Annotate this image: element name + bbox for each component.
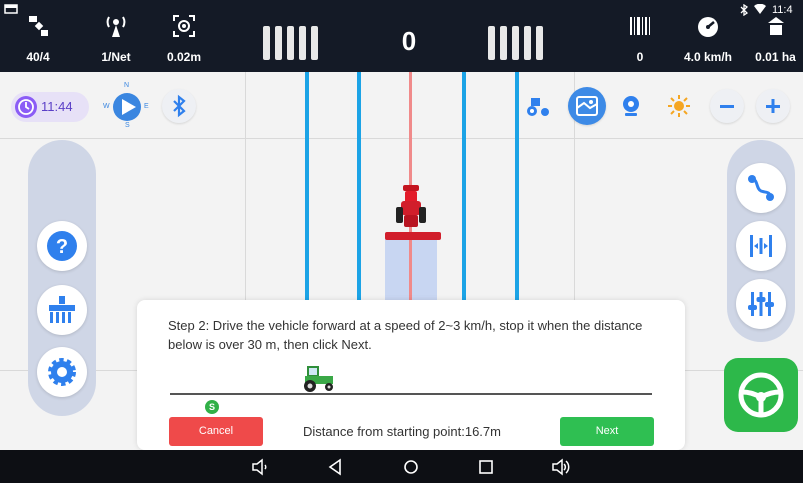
speed-status[interactable]: 4.0 km/h (676, 0, 740, 72)
barcode-icon (630, 17, 650, 35)
network-status[interactable]: 1/Net (88, 0, 144, 72)
implement-bar (385, 232, 441, 240)
gear-icon (48, 358, 76, 386)
lightbar-segment (299, 26, 306, 60)
recent-apps-icon[interactable] (476, 457, 496, 477)
brightness-button[interactable] (662, 89, 696, 123)
sliders-icon (748, 292, 774, 316)
time-label: 11:44 (41, 99, 73, 114)
area-value: 0.01 ha (755, 50, 796, 64)
speed-value: 4.0 km/h (683, 50, 733, 64)
speedometer-icon (698, 17, 718, 37)
lightbar-segment (311, 26, 318, 60)
sun-icon (668, 95, 690, 117)
network-value: 1/Net (101, 50, 131, 64)
precision-value: 0.02m (166, 50, 202, 64)
counter-status[interactable]: 0 (614, 0, 666, 72)
left-toolbar: ? (28, 140, 96, 416)
clock-icon (15, 96, 37, 118)
adjust-button[interactable] (736, 279, 786, 329)
antenna-icon (106, 16, 126, 37)
volume-up-icon[interactable] (551, 457, 571, 477)
gps-target-icon (173, 15, 195, 37)
lightbar-segment (524, 26, 531, 60)
map-icon (576, 96, 598, 116)
grid-line (0, 138, 803, 139)
back-icon[interactable] (326, 457, 346, 477)
lightbar-left (263, 26, 318, 60)
field-area-icon (767, 17, 784, 35)
compass-west: W (103, 103, 110, 110)
compass-south: S (125, 122, 130, 129)
lightbar-segment (536, 26, 543, 60)
satellite-count: 40/4 (26, 50, 50, 64)
implement-button[interactable] (37, 285, 87, 335)
lightbar-segment (275, 26, 282, 60)
lightbar-segment (263, 26, 270, 60)
svg-text:?: ? (56, 236, 68, 258)
time-indicator[interactable]: 11:44 (11, 92, 89, 122)
compass[interactable]: N S W E (103, 82, 150, 130)
zoom-in-button[interactable] (756, 89, 790, 123)
vehicle-button[interactable] (521, 89, 555, 123)
lightbar-segment (287, 26, 294, 60)
home-icon[interactable] (401, 457, 421, 477)
zoom-out-button[interactable] (710, 89, 744, 123)
distance-track (170, 393, 652, 395)
window-icon (4, 4, 18, 14)
ab-line-icon (748, 175, 774, 201)
distance-readout: Distance from starting point:16.7m (303, 424, 501, 439)
line-shift-icon (750, 235, 772, 257)
system-time: 11:4 (772, 4, 793, 16)
lightbar-segment (500, 26, 507, 60)
implement-icon (49, 296, 75, 323)
volume-down-icon[interactable] (250, 457, 270, 477)
plus-icon (766, 99, 780, 113)
lightbar-value: 0 (401, 26, 417, 56)
map-button[interactable] (568, 87, 606, 125)
right-toolbar (727, 140, 795, 342)
calibration-dialog: Step 2: Drive the vehicle forward at a s… (137, 300, 685, 450)
next-button[interactable]: Next (560, 417, 654, 446)
wifi-icon (754, 4, 766, 14)
settings-button[interactable] (37, 347, 87, 397)
bluetooth-button[interactable] (162, 89, 196, 123)
satellite-icon (29, 16, 48, 36)
location-pin-icon (623, 96, 639, 116)
lightbar-segment (512, 26, 519, 60)
minus-icon (720, 105, 734, 108)
tractor-progress-icon (304, 366, 333, 392)
precision-status[interactable]: 0.02m (156, 0, 212, 72)
tractor-icon (396, 185, 426, 227)
help-button[interactable]: ? (37, 221, 87, 271)
lightbar-segment (488, 26, 495, 60)
counter-value: 0 (636, 50, 644, 64)
steering-wheel-icon (738, 372, 784, 418)
line-shift-button[interactable] (736, 221, 786, 271)
screen: 40/4 1/Net 0.02m 0 0 4.0 km/h 0.01 ha 11… (0, 0, 803, 483)
ab-line-button[interactable] (736, 163, 786, 213)
status-bar: 40/4 1/Net 0.02m 0 0 4.0 km/h 0.01 ha 11… (0, 0, 803, 72)
location-button[interactable] (614, 89, 648, 123)
help-icon: ? (47, 231, 77, 261)
satellite-status[interactable]: 40/4 (10, 0, 66, 72)
compass-east: E (144, 103, 149, 110)
start-marker: S (205, 400, 219, 414)
dialog-instruction: Step 2: Drive the vehicle forward at a s… (168, 318, 643, 352)
autosteer-button[interactable] (724, 358, 798, 432)
cancel-button[interactable]: Cancel (169, 417, 263, 446)
tractor-settings-icon (527, 98, 549, 116)
compass-north: N (124, 82, 130, 89)
system-nav-bar (0, 450, 803, 483)
bluetooth-icon (173, 94, 186, 118)
bluetooth-status-icon (740, 4, 749, 16)
lightbar-right (488, 26, 543, 60)
